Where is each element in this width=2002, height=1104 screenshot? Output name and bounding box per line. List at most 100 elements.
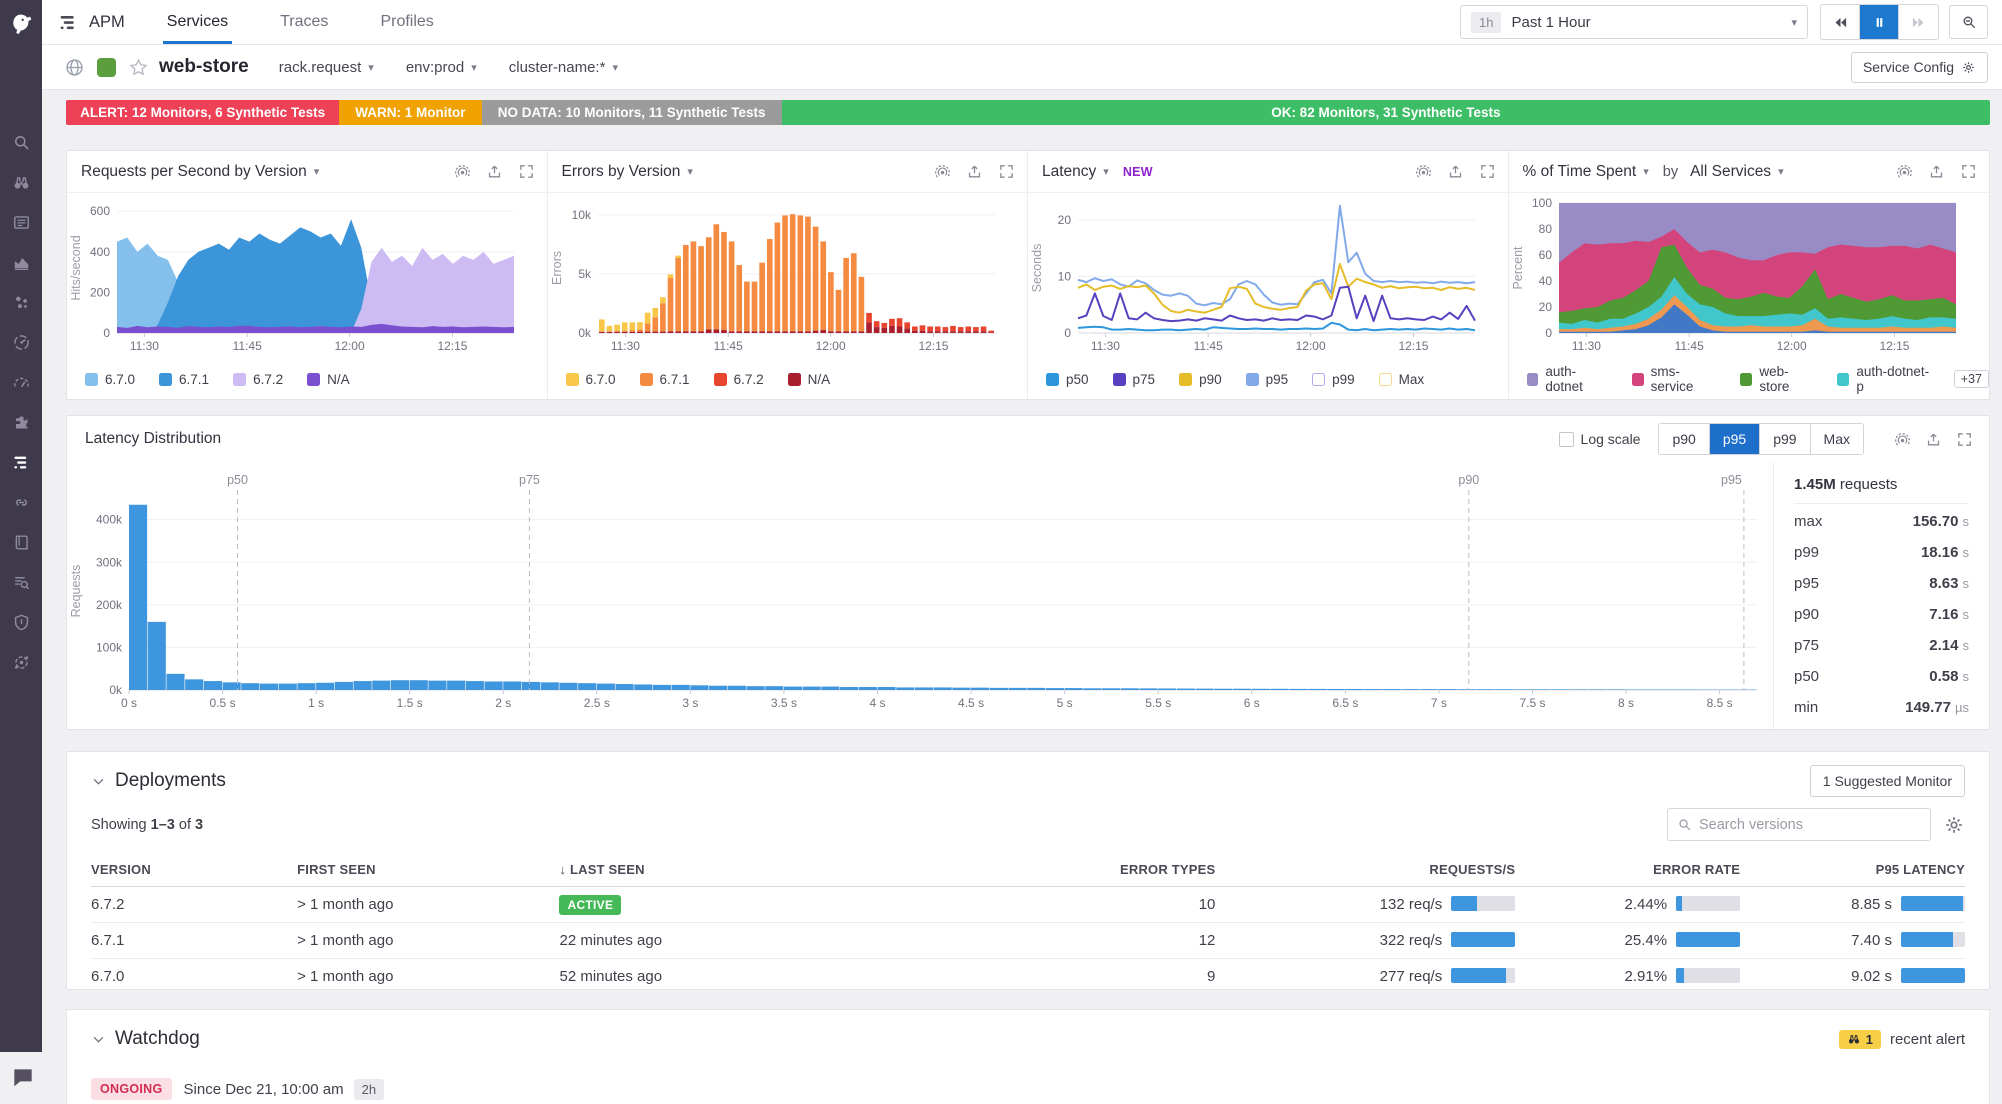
zoom-out-button[interactable] bbox=[1949, 5, 1988, 39]
legend-item[interactable]: auth-dotnet-p bbox=[1837, 364, 1929, 394]
sidebar-item-metrics[interactable] bbox=[0, 242, 42, 282]
legend-item[interactable]: p90 bbox=[1179, 372, 1222, 387]
legend-item[interactable]: N/A bbox=[307, 372, 350, 387]
time-range-selector[interactable]: 1h Past 1 Hour ▾ bbox=[1460, 5, 1808, 39]
create-monitor-icon[interactable] bbox=[1415, 163, 1432, 180]
monitor-status-segment[interactable]: WARN: 1 Monitor bbox=[339, 100, 482, 125]
sidebar-item-service-map[interactable] bbox=[0, 482, 42, 522]
legend-item[interactable]: N/A bbox=[787, 372, 830, 387]
legend-item[interactable]: Max bbox=[1378, 372, 1424, 387]
latency-distribution-chart: 0k 100k 200k 300k 400k 0 s 0.5 s 1 s 1.5 s 2 s 2.5… bbox=[67, 462, 1773, 729]
percentile-button-p99[interactable]: p99 bbox=[1760, 424, 1811, 454]
legend-item[interactable]: 6.7.0 bbox=[565, 372, 616, 387]
tab-services[interactable]: Services bbox=[162, 0, 233, 44]
create-monitor-icon[interactable] bbox=[1896, 163, 1913, 180]
favorite-star-icon[interactable] bbox=[128, 57, 149, 78]
chart-title-dropdown[interactable]: Requests per Second by Version ▾ bbox=[81, 163, 319, 181]
chart-title-dropdown[interactable]: Errors by Version ▾ bbox=[562, 163, 693, 181]
deployment-row[interactable]: 6.7.0 > 1 month ago 52 minutes ago 9 277 req… bbox=[91, 959, 1965, 995]
legend-item[interactable]: p95 bbox=[1245, 372, 1288, 387]
monitor-status-segment[interactable]: OK: 82 Monitors, 31 Synthetic Tests bbox=[781, 100, 1990, 125]
sidebar-item-watchdog[interactable] bbox=[0, 162, 42, 202]
collapse-chevron-icon[interactable] bbox=[91, 1032, 106, 1047]
export-icon[interactable] bbox=[1928, 163, 1945, 180]
create-monitor-icon[interactable] bbox=[934, 163, 951, 180]
sidebar-item-notebooks[interactable] bbox=[0, 522, 42, 562]
suggested-monitor-button[interactable]: 1 Suggested Monitor bbox=[1809, 765, 1965, 797]
expand-icon[interactable] bbox=[1960, 163, 1977, 180]
legend-item[interactable]: web-store bbox=[1740, 364, 1813, 394]
column-header[interactable]: ERROR RATE bbox=[1515, 853, 1741, 887]
watchdog-alert-row[interactable]: ONGOING Since Dec 21, 10:00 am 2h bbox=[91, 1078, 1965, 1100]
column-header[interactable]: ↓ LAST SEEN bbox=[559, 853, 991, 887]
monitor-status-segment[interactable]: ALERT: 12 Monitors, 6 Synthetic Tests bbox=[66, 100, 340, 125]
tab-traces[interactable]: Traces bbox=[276, 0, 332, 44]
chart-title-dropdown[interactable]: Latency ▾ bbox=[1042, 163, 1109, 181]
watchdog-alert-chip[interactable]: 1 bbox=[1838, 1029, 1881, 1049]
search-versions-input[interactable] bbox=[1699, 816, 1909, 833]
export-icon[interactable] bbox=[486, 163, 503, 180]
requests-chart: 0 200 400 600 11:30 11:45 12:00 12:15 Hits/secon… bbox=[67, 193, 547, 364]
export-icon[interactable] bbox=[1447, 163, 1464, 180]
expand-icon[interactable] bbox=[998, 163, 1015, 180]
legend-item[interactable]: p50 bbox=[1046, 372, 1089, 387]
monitor-status-segment[interactable]: NO DATA: 10 Monitors, 11 Synthetic Tests bbox=[481, 100, 782, 125]
integrations-icon bbox=[12, 413, 31, 432]
column-header[interactable]: REQUESTS/S bbox=[1215, 853, 1516, 887]
collapse-chevron-icon[interactable] bbox=[91, 774, 106, 789]
legend-item[interactable]: p75 bbox=[1112, 372, 1155, 387]
chart-title-dropdown[interactable]: % of Time Spent ▾ bbox=[1523, 163, 1649, 181]
sidebar-item-logs[interactable] bbox=[0, 562, 42, 602]
sidebar-item-search[interactable] bbox=[0, 122, 42, 162]
legend-more-chip[interactable]: +37 bbox=[1953, 370, 1989, 388]
legend-item[interactable]: sms-service bbox=[1631, 364, 1717, 394]
services-filter-dropdown[interactable]: All Services ▾ bbox=[1690, 163, 1784, 181]
filter-dropdown-cluster-name[interactable]: cluster-name:* ▾ bbox=[509, 59, 618, 76]
pause-button[interactable] bbox=[1860, 5, 1899, 39]
percentile-button-p95[interactable]: p95 bbox=[1709, 424, 1761, 454]
deployment-row[interactable]: 6.7.1 > 1 month ago 22 minutes ago 12 322 re… bbox=[91, 922, 1965, 959]
table-settings-gear-icon[interactable] bbox=[1943, 814, 1965, 836]
by-label: by bbox=[1662, 163, 1679, 180]
legend-item[interactable]: 6.7.0 bbox=[85, 372, 135, 387]
log-scale-checkbox[interactable] bbox=[1558, 431, 1574, 447]
sidebar-item-synthetics[interactable] bbox=[0, 642, 42, 682]
svg-text:12:15: 12:15 bbox=[1398, 339, 1428, 353]
export-icon[interactable] bbox=[966, 163, 983, 180]
tab-profiles[interactable]: Profiles bbox=[376, 0, 437, 44]
filter-dropdown-env[interactable]: env:prod ▾ bbox=[406, 59, 477, 76]
sidebar-item-security[interactable] bbox=[0, 602, 42, 642]
column-header[interactable]: VERSION bbox=[91, 853, 298, 887]
column-header[interactable]: FIRST SEEN bbox=[297, 853, 560, 887]
chat-button[interactable] bbox=[10, 1064, 38, 1092]
expand-icon[interactable] bbox=[1479, 163, 1496, 180]
operation-dropdown[interactable]: rack.request ▾ bbox=[279, 59, 374, 76]
create-monitor-icon[interactable] bbox=[454, 163, 471, 180]
sidebar-item-events[interactable] bbox=[0, 202, 42, 242]
column-header[interactable]: ERROR TYPES bbox=[990, 853, 1216, 887]
time-backward-button[interactable] bbox=[1821, 5, 1860, 39]
time-forward-button[interactable] bbox=[1899, 5, 1938, 39]
monitor-status-bar[interactable]: ALERT: 12 Monitors, 6 Synthetic Tests WAR… bbox=[66, 100, 1990, 125]
deployment-row[interactable]: 6.7.2 > 1 month ago ACTIVE 10 132 req/s 2.44%… bbox=[91, 886, 1965, 923]
sidebar-item-monitors[interactable] bbox=[0, 322, 42, 362]
datadog-logo[interactable] bbox=[0, 0, 42, 46]
legend-item[interactable]: 6.7.1 bbox=[639, 372, 690, 387]
create-monitor-icon[interactable] bbox=[1894, 431, 1911, 448]
service-config-button[interactable]: Service Config bbox=[1850, 51, 1988, 83]
expand-icon[interactable] bbox=[518, 163, 535, 180]
sidebar-item-dashboards[interactable] bbox=[0, 362, 42, 402]
legend-item[interactable]: auth-dotnet bbox=[1526, 364, 1608, 394]
percentile-button-max[interactable]: Max bbox=[1810, 424, 1863, 454]
percentile-button-p90[interactable]: p90 bbox=[1659, 424, 1710, 454]
export-icon[interactable] bbox=[1925, 431, 1942, 448]
legend-item[interactable]: 6.7.1 bbox=[159, 372, 209, 387]
legend-item[interactable]: 6.7.2 bbox=[233, 372, 283, 387]
sidebar-item-apm[interactable] bbox=[0, 442, 42, 482]
legend-item[interactable]: 6.7.2 bbox=[713, 372, 764, 387]
sidebar-item-infrastructure[interactable] bbox=[0, 282, 42, 322]
column-header[interactable]: P95 LATENCY bbox=[1740, 853, 1965, 887]
legend-item[interactable]: p99 bbox=[1312, 372, 1355, 387]
sidebar-item-integrations[interactable] bbox=[0, 402, 42, 442]
expand-icon[interactable] bbox=[1956, 431, 1973, 448]
